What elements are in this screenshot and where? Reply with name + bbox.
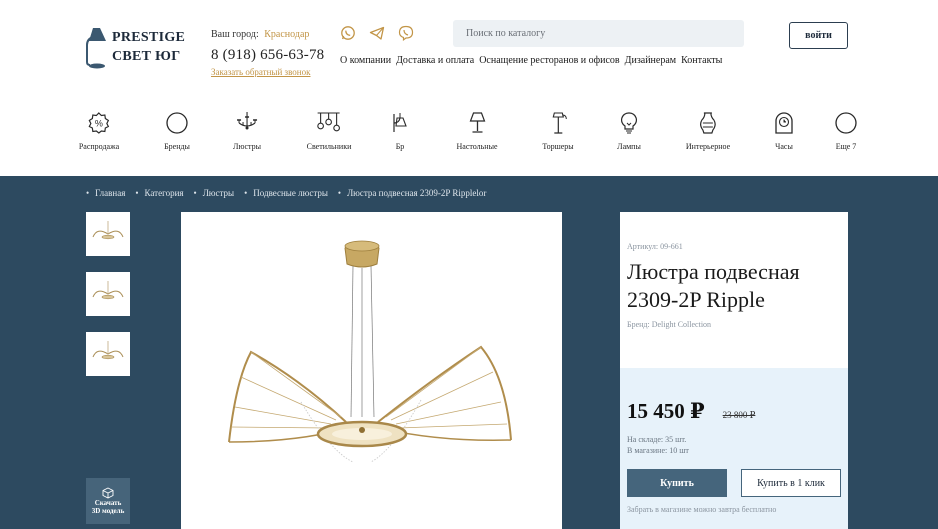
category-label: Еще 7 bbox=[835, 142, 857, 151]
floor-lamp-icon bbox=[552, 112, 567, 134]
telegram-icon[interactable] bbox=[369, 25, 385, 41]
nav-equipment[interactable]: Оснащение ресторанов и офисов bbox=[479, 55, 619, 66]
category-sale[interactable]: % Распродажа bbox=[79, 110, 119, 151]
category-label: Светильники bbox=[306, 142, 352, 151]
site-logo[interactable]: PRESTIGE СВЕТ ЮГ bbox=[84, 25, 185, 69]
category-table-lamps[interactable]: Настольные bbox=[456, 110, 498, 151]
site-header: PRESTIGE СВЕТ ЮГ Ваш город: Краснодар 8 … bbox=[0, 0, 938, 176]
top-navigation: О компании Доставка и оплата Оснащение р… bbox=[340, 55, 722, 66]
breadcrumb-item: Люстра подвесная 2309-2P Ripplelor bbox=[338, 188, 486, 198]
category-bar: % Распродажа Бренды Люстры Светильники Б… bbox=[72, 110, 872, 160]
nav-designers[interactable]: Дизайнерам bbox=[625, 55, 676, 66]
city-selector[interactable]: Ваш город: Краснодар bbox=[211, 29, 309, 40]
social-links bbox=[340, 25, 414, 41]
product-thumbnail[interactable] bbox=[86, 212, 130, 256]
breadcrumb-item[interactable]: Категория bbox=[135, 188, 184, 198]
logo-line2: СВЕТ ЮГ bbox=[112, 49, 181, 64]
category-label: Настольные bbox=[456, 142, 498, 151]
breadcrumb-item[interactable]: Люстры bbox=[194, 188, 234, 198]
category-label: Бренды bbox=[164, 142, 190, 151]
city-label: Ваш город: bbox=[211, 29, 259, 40]
sale-badge-icon: % bbox=[88, 112, 110, 134]
chandelier-icon bbox=[236, 112, 257, 130]
breadcrumb-item[interactable]: Подвесные люстры bbox=[244, 188, 328, 198]
product-card: Артикул: 09-661 Люстра подвесная 2309-2P… bbox=[620, 212, 848, 529]
category-chandeliers[interactable]: Люстры bbox=[233, 110, 261, 151]
category-interior[interactable]: Интерьерное bbox=[686, 110, 730, 151]
vase-icon bbox=[700, 112, 716, 134]
logo-line1: PRESTIGE bbox=[112, 30, 186, 45]
category-clocks[interactable]: Часы bbox=[771, 110, 797, 151]
category-label: Люстры bbox=[233, 142, 261, 151]
chandelier-image bbox=[228, 240, 512, 463]
nav-delivery[interactable]: Доставка и оплата bbox=[396, 55, 474, 66]
category-label: Торшеры bbox=[542, 142, 574, 151]
viber-icon[interactable] bbox=[398, 25, 414, 41]
chandelier-thumb-image bbox=[92, 221, 124, 240]
old-price: 23 800 ₽ bbox=[722, 410, 756, 420]
breadcrumb-item[interactable]: Главная bbox=[86, 188, 125, 198]
category-label: Лампы bbox=[617, 142, 641, 151]
download-3d-button[interactable]: Скачать 3D модель bbox=[86, 478, 130, 524]
circle-icon bbox=[835, 112, 857, 134]
title-line: 2309-2P Ripple bbox=[627, 287, 765, 312]
sconce-icon bbox=[393, 113, 407, 132]
nav-contacts[interactable]: Контакты bbox=[681, 55, 722, 66]
buy-button[interactable]: Купить bbox=[627, 469, 727, 497]
download-3d-line2: 3D модель bbox=[91, 507, 125, 515]
chandelier-thumb-image bbox=[92, 341, 124, 360]
catalog-search[interactable] bbox=[453, 20, 744, 47]
download-3d-line1: Скачать bbox=[94, 499, 122, 507]
stock-store: В магазине: 10 шт bbox=[627, 446, 689, 455]
category-label: Часы bbox=[775, 142, 793, 151]
product-section: Главная Категория Люстры Подвесные люстр… bbox=[0, 176, 938, 529]
breadcrumb: Главная Категория Люстры Подвесные люстр… bbox=[86, 188, 486, 198]
category-bulbs[interactable]: Лампы bbox=[616, 110, 642, 151]
whatsapp-icon[interactable] bbox=[340, 25, 356, 41]
category-label: Бр bbox=[395, 142, 405, 151]
svg-text:%: % bbox=[95, 119, 103, 129]
current-price: 15 450 ₽ bbox=[627, 399, 705, 423]
product-title: Люстра подвесная 2309-2P Ripple bbox=[627, 258, 848, 314]
category-label: Распродажа bbox=[78, 142, 120, 151]
purchase-panel: 15 450 ₽ 23 800 ₽ На складе: 35 шт. В ма… bbox=[620, 368, 848, 529]
lamp-logo-icon bbox=[86, 28, 106, 69]
category-brands[interactable]: Бренды bbox=[164, 110, 190, 151]
pendant-lights-icon bbox=[317, 112, 341, 132]
pickup-note: Забрать в магазине можно завтра бесплатн… bbox=[627, 505, 777, 514]
title-line: Люстра подвесная bbox=[627, 259, 800, 284]
stock-warehouse: На складе: 35 шт. bbox=[627, 435, 687, 444]
chandelier-thumb-image bbox=[92, 281, 124, 300]
nav-about[interactable]: О компании bbox=[340, 55, 391, 66]
login-button[interactable]: войти bbox=[789, 22, 848, 49]
thumbnail-list bbox=[86, 212, 130, 392]
callback-link[interactable]: Заказать обратный звонок bbox=[211, 67, 310, 77]
product-brand[interactable]: Бренд: Delight Collection bbox=[627, 320, 848, 329]
category-lights[interactable]: Светильники bbox=[306, 110, 352, 151]
city-name[interactable]: Краснодар bbox=[264, 29, 309, 40]
clock-icon bbox=[775, 112, 793, 134]
phone-number[interactable]: 8 (918) 656-63-78 bbox=[211, 47, 324, 64]
product-thumbnail[interactable] bbox=[86, 332, 130, 376]
bulb-icon bbox=[621, 112, 637, 134]
product-thumbnail[interactable] bbox=[86, 272, 130, 316]
product-main-image[interactable] bbox=[181, 212, 562, 529]
cube-icon bbox=[102, 487, 114, 499]
category-more[interactable]: Еще 7 bbox=[833, 110, 859, 151]
category-floor-lamps[interactable]: Торшеры bbox=[542, 110, 574, 151]
table-lamp-icon bbox=[469, 112, 485, 133]
search-input[interactable] bbox=[466, 28, 731, 39]
category-label: Интерьерное bbox=[685, 142, 731, 151]
category-sconces[interactable]: Бр bbox=[387, 110, 413, 151]
product-info: Артикул: 09-661 Люстра подвесная 2309-2P… bbox=[620, 212, 848, 368]
circle-icon bbox=[166, 112, 188, 134]
buy-one-click-button[interactable]: Купить в 1 клик bbox=[741, 469, 841, 497]
product-sku: Артикул: 09-661 bbox=[627, 242, 683, 251]
